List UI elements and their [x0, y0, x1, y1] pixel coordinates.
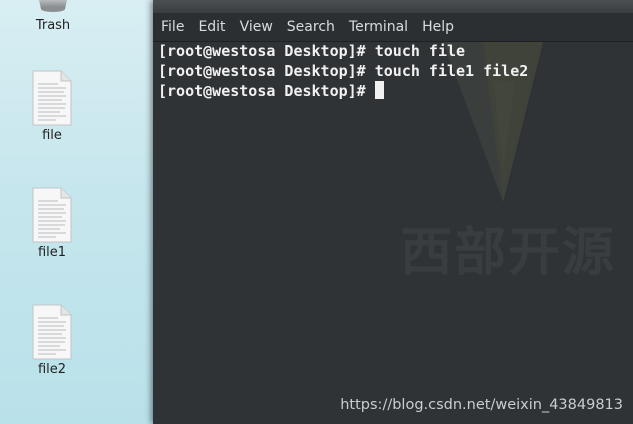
text-file-icon [32, 187, 72, 243]
shell-prompt: [root@westosa Desktop]# [158, 42, 366, 60]
text-cursor [374, 81, 384, 99]
terminal-line: [root@westosa Desktop]# touch file1 file… [158, 61, 528, 81]
terminal-output: [root@westosa Desktop]# touch file [root… [158, 41, 528, 101]
shell-prompt: [root@westosa Desktop]# [158, 62, 366, 80]
menu-help[interactable]: Help [415, 13, 461, 41]
menu-edit[interactable]: Edit [191, 13, 232, 41]
trash-icon [39, 0, 67, 12]
desktop-icon-label: Trash [35, 18, 71, 33]
terminal-titlebar[interactable] [153, 0, 633, 13]
desktop-icon-file2[interactable]: file2 [2, 304, 102, 377]
shell-command: touch file [365, 42, 466, 60]
desktop-icon-label: file1 [37, 245, 67, 260]
terminal-line: [root@westosa Desktop]# touch file [158, 41, 528, 61]
desktop-icon-label: file [42, 128, 62, 143]
desktop-icon-file[interactable]: file [2, 70, 102, 143]
menu-terminal[interactable]: Terminal [342, 13, 415, 41]
watermark-text: 西部开源 [403, 223, 616, 283]
menu-view[interactable]: View [233, 13, 280, 41]
menu-file[interactable]: File [153, 13, 191, 41]
text-file-icon [32, 304, 72, 360]
desktop-icon-file1[interactable]: file1 [2, 187, 102, 260]
terminal-body[interactable]: 西部开源 [root@westosa Desktop]# touch file … [153, 42, 633, 424]
shell-command: touch file1 file2 [365, 62, 529, 80]
desktop-icon-label: file2 [37, 362, 67, 377]
desktop-icon-trash[interactable]: Trash [3, 0, 103, 33]
terminal-window[interactable]: File Edit View Search Terminal Help 西部开源… [153, 0, 633, 424]
csdn-url-watermark: https://blog.csdn.net/weixin_43849813 [340, 397, 623, 413]
terminal-menubar: File Edit View Search Terminal Help [153, 13, 633, 42]
menu-search[interactable]: Search [280, 13, 342, 41]
terminal-line: [root@westosa Desktop]# [158, 81, 528, 101]
shell-prompt: [root@westosa Desktop]# [158, 82, 366, 100]
text-file-icon [32, 70, 72, 126]
